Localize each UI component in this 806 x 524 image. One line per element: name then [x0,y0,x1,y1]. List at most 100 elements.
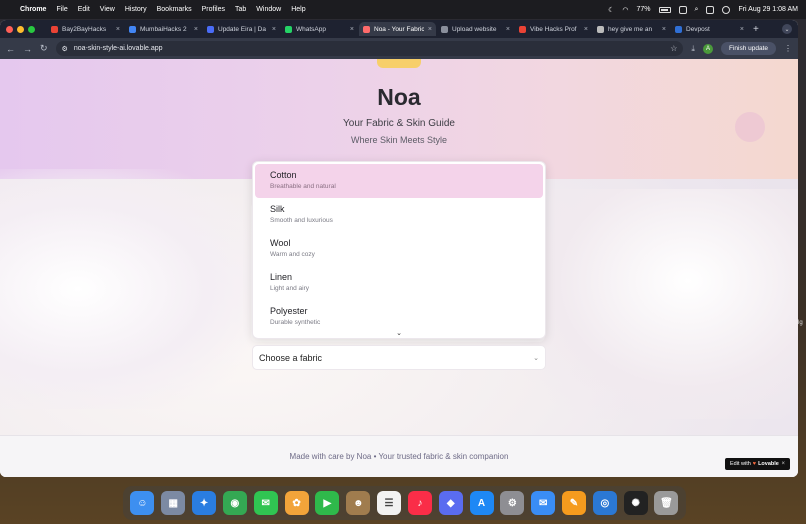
fabric-select-placeholder[interactable]: Choose a fabric [259,353,322,363]
badge-brand[interactable]: Lovable [758,461,779,467]
reload-icon[interactable]: ↻ [40,43,48,54]
photos-icon[interactable]: ✿ [284,491,309,515]
tab-close-icon[interactable]: × [194,26,198,33]
menu-edit[interactable]: Edit [78,6,90,13]
clock[interactable]: Fri Aug 29 1:08 AM [738,6,798,13]
menu-tab[interactable]: Tab [235,6,246,13]
finder-icon[interactable]: ☺ [130,491,155,515]
option-description[interactable]: Durable synthetic [270,319,528,326]
option-name[interactable]: Wool [270,238,528,248]
fabric-option-wool[interactable]: Wool Warm and cozy [255,232,543,266]
menu-history[interactable]: History [125,6,147,13]
control-center-icon[interactable] [706,5,715,14]
tab-title[interactable]: Update Eira | Da [218,26,268,33]
tab-title[interactable]: Noa - Your Fabric [374,26,424,33]
option-description[interactable]: Smooth and luxurious [270,217,528,224]
search-icon[interactable]: ⌕ [695,6,699,14]
app-store-icon[interactable]: A [469,491,494,515]
finish-update-button[interactable]: Finish update [720,42,776,55]
forward-icon[interactable]: → [23,44,32,54]
facetime-icon[interactable]: ▶ [315,491,340,515]
browser-tab[interactable]: Vibe Hacks Prof × [515,22,592,36]
scroll-down-chevron-icon[interactable]: ⌄ [253,329,545,337]
tab-close-icon[interactable]: × [116,26,120,33]
music-icon[interactable]: ♪ [407,491,432,515]
messages-icon[interactable]: ✉ [253,491,278,515]
menu-app-name[interactable]: Chrome [20,6,46,13]
chrome-icon[interactable]: ◉ [222,491,247,515]
tab-close-icon[interactable]: × [272,26,276,33]
tab-title[interactable]: MumbaiHacks 2 [140,26,190,33]
trash-icon[interactable]: 🗑 [654,491,679,515]
tab-title[interactable]: Devpost [686,26,736,33]
window-icon[interactable] [678,5,687,14]
close-window-icon[interactable] [6,25,13,33]
option-description[interactable]: Breathable and natural [270,183,528,190]
menu-bookmarks[interactable]: Bookmarks [157,6,192,13]
tab-close-icon[interactable]: × [662,26,666,33]
browser-tab[interactable]: WhatsApp × [281,22,358,36]
games-icon[interactable]: ◆ [438,491,463,515]
browser-tab[interactable]: Noa - Your Fabric × [359,22,436,36]
tab-close-icon[interactable]: × [350,26,354,33]
edit-with-lovable-badge[interactable]: Edit with ♥ Lovable × [725,458,790,470]
tab-title[interactable]: Vibe Hacks Prof [530,26,580,33]
url-text[interactable]: noa-skin-style-ai.lovable.app [74,45,163,52]
mail-icon[interactable]: ✉ [531,491,556,515]
menu-file[interactable]: File [56,6,67,13]
maximize-window-icon[interactable] [28,25,35,33]
option-name[interactable]: Polyester [270,306,528,316]
fabric-option-cotton[interactable]: Cotton Breathable and natural [255,164,543,198]
proxyman-icon[interactable]: ◎ [592,491,617,515]
option-name[interactable]: Silk [270,204,528,214]
launchpad-icon[interactable]: ▦ [161,491,186,515]
siri-icon[interactable] [722,5,731,14]
profile-avatar[interactable]: A [702,43,713,54]
tab-title[interactable]: WhatsApp [296,26,346,33]
minimize-window-icon[interactable] [17,25,24,33]
tab-close-icon[interactable]: × [428,26,432,33]
reminders-icon[interactable]: ☰ [377,491,402,515]
fabric-select[interactable]: Choose a fabric ⌄ [252,345,546,370]
browser-tab[interactable]: MumbaiHacks 2 × [125,22,202,36]
chevron-down-icon[interactable]: ⌄ [533,354,539,362]
menu-profiles[interactable]: Profiles [202,6,225,13]
browser-tab[interactable]: hey give me an × [593,22,670,36]
address-bar[interactable]: ⚙ noa-skin-style-ai.lovable.app ☆ [55,41,684,56]
pages-icon[interactable]: ✎ [562,491,586,515]
fabric-option-linen[interactable]: Linen Light and airy [255,266,543,300]
browser-tab[interactable]: Upload website × [437,22,514,36]
tab-close-icon[interactable]: × [506,26,510,33]
battery-icon[interactable] [658,6,671,13]
option-description[interactable]: Light and airy [270,285,528,292]
fabric-option-silk[interactable]: Silk Smooth and luxurious [255,198,543,232]
bookmark-star-icon[interactable]: ☆ [670,44,677,53]
tab-title[interactable]: Bay2BayHacks [62,26,112,33]
menu-window[interactable]: Window [256,6,281,13]
badge-text[interactable]: Edit with [730,461,751,467]
new-tab-icon[interactable]: + [753,24,759,35]
contacts-icon[interactable]: ☻ [346,491,371,515]
tab-title[interactable]: Upload website [452,26,502,33]
safari-icon[interactable]: ✦ [192,491,217,515]
download-icon[interactable]: ⤓ [691,44,695,54]
site-info-icon[interactable]: ⚙ [62,45,68,53]
chrome-menu-icon[interactable]: ⋮ [784,44,792,53]
close-icon[interactable]: × [781,461,785,467]
option-name[interactable]: Linen [270,272,528,282]
browser-tab[interactable]: Devpost × [671,22,748,36]
tab-title[interactable]: hey give me an [608,26,658,33]
option-description[interactable]: Warm and cozy [270,251,528,258]
browser-tab[interactable]: Update Eira | Da × [203,22,280,36]
browser-tab[interactable]: Bay2BayHacks × [47,22,124,36]
moon-icon[interactable]: ☾ [608,6,614,14]
tab-search-icon[interactable]: ⌄ [782,24,792,34]
back-icon[interactable]: ← [6,44,15,54]
menu-view[interactable]: View [100,6,115,13]
chatgpt-icon[interactable]: ✺ [623,491,648,515]
option-name[interactable]: Cotton [270,170,528,180]
tab-close-icon[interactable]: × [584,26,588,33]
menu-help[interactable]: Help [291,6,305,13]
tab-close-icon[interactable]: × [740,26,744,33]
system-settings-icon[interactable]: ⚙ [500,491,525,515]
